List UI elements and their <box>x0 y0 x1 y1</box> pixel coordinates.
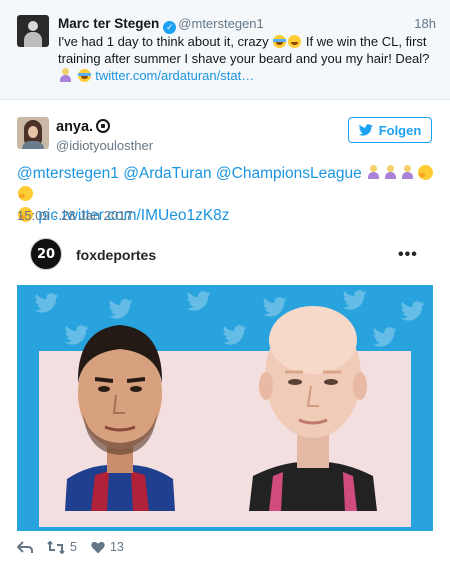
author-name[interactable]: anya. <box>56 119 111 135</box>
tears-of-joy-emoji-icon <box>77 69 91 82</box>
thinking-face-emoji-icon <box>418 165 434 180</box>
quoted-tweet-time[interactable]: 18h <box>414 16 436 31</box>
retweet-count: 5 <box>70 540 77 554</box>
tears-of-joy-emoji-icon <box>273 35 287 48</box>
follow-button[interactable]: Folgen <box>348 117 432 143</box>
soccer-ball-icon <box>96 119 111 133</box>
quoted-tweet-text: I've had 1 day to think about it, crazy … <box>58 33 438 84</box>
author-handle[interactable]: @idiotyoulosther <box>56 138 153 153</box>
more-options-icon[interactable]: ••• <box>398 246 418 264</box>
quoted-tweet-author-name[interactable]: Marc ter Stegen <box>58 16 159 31</box>
quoted-tweet-handle: @mterstegen1 <box>178 16 264 31</box>
person-gesturing-emoji-icon <box>401 165 416 180</box>
author-name-text: anya. <box>56 119 94 135</box>
quoted-tweet-avatar[interactable] <box>17 15 49 47</box>
person-gesturing-emoji-icon <box>367 165 382 180</box>
embedded-post-account-name[interactable]: foxdeportes <box>76 247 156 263</box>
embedded-post-avatar[interactable]: 20 <box>30 238 62 270</box>
player-portrait-right <box>249 306 377 511</box>
quoted-tweet-text-part-1: I've had 1 day to think about it, crazy <box>58 34 269 49</box>
tweet-mentions[interactable]: @mterstegen1 @ArdaTuran @ChampionsLeague <box>17 165 362 182</box>
embedded-post-photo[interactable] <box>17 285 433 531</box>
heart-icon <box>91 541 105 553</box>
author-avatar[interactable] <box>17 117 49 149</box>
follow-button-label: Folgen <box>378 122 422 138</box>
like-count: 13 <box>109 540 124 554</box>
tweet-timestamp[interactable]: 15:09 - 28 Jan 2017 <box>17 208 133 223</box>
reply-icon <box>17 540 33 553</box>
embedded-post-avatar-text: 20 <box>36 246 56 262</box>
person-gesturing-emoji-icon <box>59 68 72 82</box>
grinning-face-emoji-icon <box>288 35 302 48</box>
tweet-action-bar: 5 13 <box>17 538 138 556</box>
twitter-bird-icon <box>358 124 373 136</box>
retweet-icon <box>47 540 65 554</box>
thinking-face-emoji-icon <box>18 186 33 201</box>
retweet-button[interactable]: 5 <box>47 540 77 554</box>
quoted-tweet-header: Marc ter Stegen ✓ @mterstegen1 18h <box>58 16 436 34</box>
quoted-tweet[interactable]: Marc ter Stegen ✓ @mterstegen1 18h I've ha… <box>0 0 450 100</box>
like-button[interactable]: 13 <box>91 540 124 554</box>
quoted-tweet-link[interactable]: twitter.com/ardaturan/stat… <box>95 68 254 83</box>
reply-button[interactable] <box>17 540 33 554</box>
player-portrait-left <box>65 325 175 511</box>
person-gesturing-emoji-icon <box>384 165 399 180</box>
